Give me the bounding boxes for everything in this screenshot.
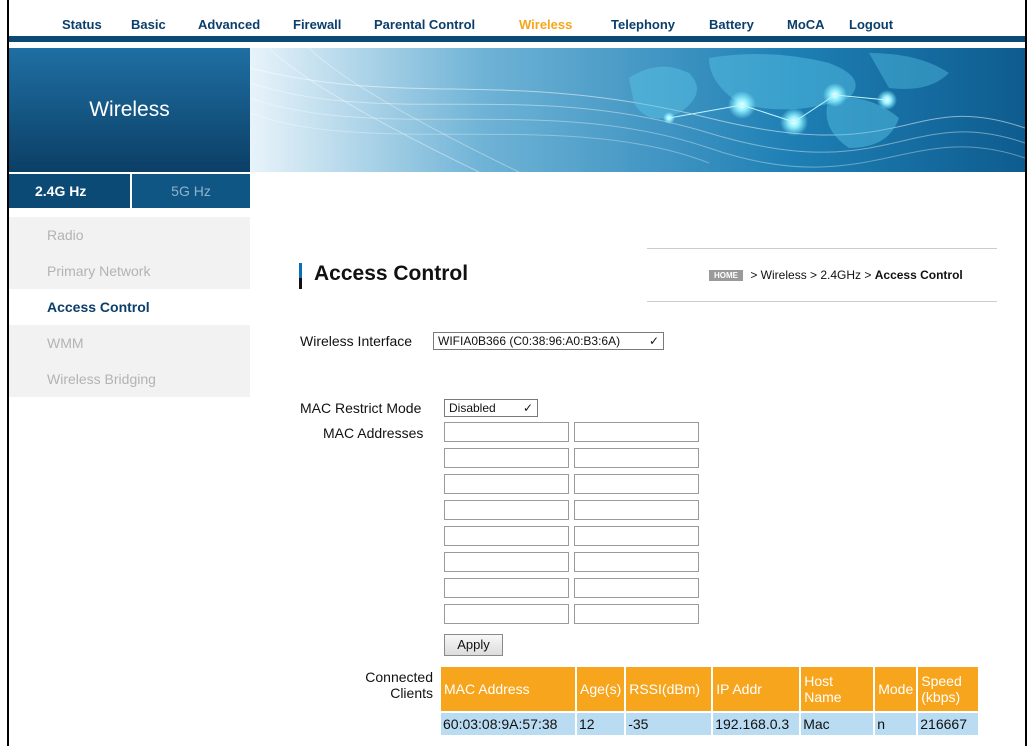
mac-address-input[interactable] <box>444 552 569 572</box>
nav-firewall[interactable]: Firewall <box>293 17 341 32</box>
cell-mac-address: 60:03:08:9A:57:38 <box>441 713 575 735</box>
page-title: Access Control <box>314 262 469 285</box>
column-header-speed: Speed (kbps) <box>918 667 979 711</box>
column-header-age: Age(s) <box>577 667 625 711</box>
sidebar-item-radio[interactable]: Radio <box>9 217 250 253</box>
nav-logout[interactable]: Logout <box>849 17 893 32</box>
sidebar-item-wmm[interactable]: WMM <box>9 325 250 361</box>
divider <box>647 301 997 302</box>
divider <box>647 248 997 249</box>
mac-address-input[interactable] <box>444 500 569 520</box>
sidebar-item-wireless-bridging[interactable]: Wireless Bridging <box>9 361 250 397</box>
mac-address-input[interactable] <box>444 578 569 598</box>
tab-5ghz[interactable]: 5G Hz <box>130 174 250 208</box>
mac-restrict-mode-value: Disabled <box>449 401 496 415</box>
mac-addresses-label: MAC Addresses <box>323 425 424 441</box>
cell-speed: 216667 <box>918 713 979 735</box>
top-navigation: Status Basic Advanced Firewall Parental … <box>9 0 1025 42</box>
cell-mode: n <box>875 713 917 735</box>
nav-basic[interactable]: Basic <box>131 17 166 32</box>
wireless-interface-select[interactable]: WIFIA0B366 (C0:38:96:A0:B3:6A) ✓ <box>433 332 664 350</box>
banner-title: Wireless <box>89 98 170 121</box>
wireless-interface-label: Wireless Interface <box>300 333 413 349</box>
breadcrumb-path: > Wireless > 2.4GHz > <box>750 268 872 282</box>
tab-2-4ghz[interactable]: 2.4G Hz <box>9 174 130 208</box>
breadcrumb-current: Access Control <box>874 268 963 282</box>
sidebar: Radio Primary Network Access Control WMM… <box>9 217 250 397</box>
nav-wireless[interactable]: Wireless <box>519 17 572 32</box>
nav-parental-control[interactable]: Parental Control <box>374 17 475 32</box>
nav-battery[interactable]: Battery <box>709 17 754 32</box>
apply-button[interactable]: Apply <box>444 634 503 656</box>
band-tabs: 2.4G Hz 5G Hz <box>9 174 250 208</box>
table-row: 60:03:08:9A:57:38 12 -35 192.168.0.3 Mac… <box>441 713 979 735</box>
cell-age: 12 <box>577 713 625 735</box>
connected-clients-table: MAC Address Age(s) RSSI(dBm) IP Addr Hos… <box>439 665 980 737</box>
mac-restrict-mode-select[interactable]: Disabled ✓ <box>444 399 538 417</box>
mac-address-input[interactable] <box>444 448 569 468</box>
home-icon[interactable]: HOME <box>709 270 743 281</box>
breadcrumb: HOME > Wireless > 2.4GHz > Access Contro… <box>709 268 963 282</box>
table-header-row: MAC Address Age(s) RSSI(dBm) IP Addr Hos… <box>441 667 979 711</box>
nav-status[interactable]: Status <box>62 17 102 32</box>
connected-clients-label: Connected Clients <box>365 669 433 701</box>
chevron-down-icon: ✓ <box>648 334 659 348</box>
sidebar-item-primary-network[interactable]: Primary Network <box>9 253 250 289</box>
mac-address-input[interactable] <box>574 422 699 442</box>
chevron-down-icon: ✓ <box>522 401 533 415</box>
cell-rssi: -35 <box>626 713 712 735</box>
column-header-host-name: Host Name <box>801 667 874 711</box>
column-header-ip-addr: IP Addr <box>713 667 800 711</box>
mac-address-input[interactable] <box>574 474 699 494</box>
mac-address-input[interactable] <box>574 500 699 520</box>
mac-address-input[interactable] <box>574 604 699 624</box>
mac-address-input[interactable] <box>444 526 569 546</box>
mac-address-input[interactable] <box>574 526 699 546</box>
mac-address-input[interactable] <box>574 578 699 598</box>
mac-restrict-mode-label: MAC Restrict Mode <box>300 400 422 416</box>
column-header-rssi: RSSI(dBm) <box>626 667 712 711</box>
mac-address-input[interactable] <box>444 604 569 624</box>
sidebar-item-access-control[interactable]: Access Control <box>9 289 250 325</box>
window-border-right <box>1025 0 1027 746</box>
mac-address-input[interactable] <box>444 474 569 494</box>
nav-moca[interactable]: MoCA <box>787 17 825 32</box>
nav-telephony[interactable]: Telephony <box>611 17 675 32</box>
nav-advanced[interactable]: Advanced <box>198 17 260 32</box>
cell-host-name: Mac <box>801 713 874 735</box>
column-header-mode: Mode <box>875 667 917 711</box>
mac-address-input[interactable] <box>574 552 699 572</box>
mac-address-input[interactable] <box>574 448 699 468</box>
column-header-mac-address: MAC Address <box>441 667 575 711</box>
wireless-interface-value: WIFIA0B366 (C0:38:96:A0:B3:6A) <box>438 334 621 348</box>
cell-ip-addr: 192.168.0.3 <box>713 713 800 735</box>
title-accent-bar <box>299 263 302 289</box>
mac-address-input[interactable] <box>444 422 569 442</box>
